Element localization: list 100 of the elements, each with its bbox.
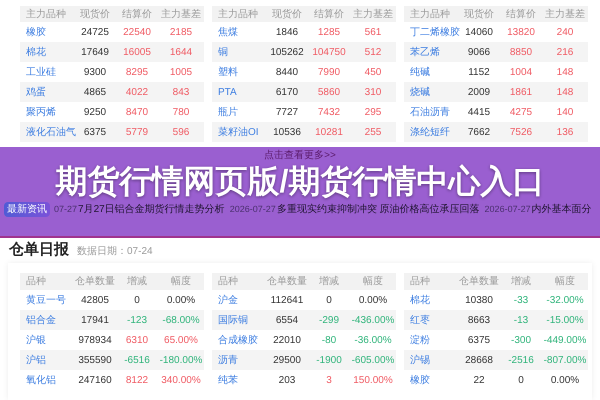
table-cell-text: 150.00%: [352, 374, 394, 388]
table-cell-text: 22: [472, 374, 486, 388]
table-cell-text: 1152: [467, 66, 491, 80]
commodity-link[interactable]: 塑料: [212, 64, 266, 80]
commodity-link[interactable]: 氧化铝: [20, 372, 74, 388]
table-cell-text: 512: [364, 46, 382, 60]
commodity-link[interactable]: 国际铜: [212, 312, 266, 328]
table-cell-text: 8295: [124, 66, 150, 80]
table-cell-text: 8850: [508, 46, 534, 60]
commodity-link[interactable]: 橡胶: [20, 24, 74, 40]
table-cell-text: 4865: [82, 86, 108, 100]
table-cell-text: 0: [133, 294, 141, 308]
table-cell-text: 6375: [466, 334, 492, 348]
table-cell-text: -15.00%: [545, 314, 585, 328]
table-cell-text: 2009: [466, 86, 492, 100]
column-header: 品种: [409, 274, 431, 289]
column-header: 仓单数量: [266, 274, 308, 289]
table-cell-text: 1846: [274, 26, 300, 40]
column-header: 增减: [318, 274, 340, 289]
commodity-link[interactable]: 沪锡: [404, 352, 458, 368]
table-cell-text: 4022: [124, 86, 150, 100]
table-cell-text: -80: [320, 334, 338, 348]
table-cell-text: 4415: [466, 106, 492, 120]
commodity-link[interactable]: PTA: [212, 84, 266, 100]
table-cell-text: 9250: [82, 106, 108, 120]
commodity-link[interactable]: 纯苯: [212, 372, 266, 388]
commodity-link[interactable]: 工业硅: [20, 64, 74, 80]
table-cell-text: 140: [556, 106, 574, 120]
table-cell-text: 1285: [316, 26, 342, 40]
commodity-link[interactable]: 淀粉: [404, 332, 458, 348]
column-header: 仓单数量: [458, 274, 500, 289]
news-date: 07-27: [54, 202, 78, 216]
commodity-link[interactable]: 涤纶短纤: [404, 124, 458, 140]
table-cell-text: 0.00%: [550, 374, 580, 388]
commodity-link[interactable]: 橡胶: [404, 372, 458, 388]
commodity-link[interactable]: 沪银: [20, 332, 74, 348]
banner-title: 期货行情网页版/期货行情中心入口: [54, 164, 546, 198]
table-cell-text: 1004: [508, 66, 534, 80]
table-cell-text: 22010: [272, 334, 302, 348]
commodity-link[interactable]: 黄豆一号: [20, 292, 74, 308]
table-cell-text: 0: [517, 374, 525, 388]
commodity-link[interactable]: 沥青: [212, 352, 266, 368]
table-cell-text: 355590: [77, 354, 113, 368]
table-cell-text: 0: [325, 294, 333, 308]
commodity-link[interactable]: 菜籽油OI: [212, 124, 266, 140]
table-cell-text: -299: [318, 314, 340, 328]
table-cell-text: 255: [364, 126, 382, 140]
news-link[interactable]: 7月27日铝合金期货行情走势分析: [78, 202, 225, 217]
commodity-link[interactable]: 纯碱: [404, 64, 458, 80]
column-header: 结算价: [313, 8, 345, 22]
commodity-link[interactable]: 铜: [212, 44, 266, 60]
news-link[interactable]: 多重现实约束抑制冲突 原油价格高位承压回落: [276, 202, 480, 217]
commodity-link[interactable]: 石油沥青: [404, 104, 458, 120]
commodity-link[interactable]: 聚丙烯: [20, 104, 74, 120]
commodity-link[interactable]: 丁二烯橡胶: [404, 24, 458, 40]
table-cell-text: 6554: [274, 314, 300, 328]
table-cell-text: 978934: [77, 334, 113, 348]
table-cell-text: 148: [556, 86, 574, 100]
commodity-link[interactable]: 红枣: [404, 312, 458, 328]
table-cell-text: 6310: [124, 334, 150, 348]
table-cell-text: 17941: [80, 314, 110, 328]
table-cell-text: 7727: [274, 106, 300, 120]
commodity-link[interactable]: 沪金: [212, 292, 266, 308]
commodity-link[interactable]: 苯乙烯: [404, 44, 458, 60]
section-title: 仓单日报: [9, 241, 69, 259]
table-cell-text: 450: [364, 66, 382, 80]
table-cell-text: 8470: [124, 106, 150, 120]
news-link[interactable]: 内外基本面分: [532, 202, 592, 217]
table-cell-text: 42805: [80, 294, 110, 308]
table-cell-text: -32.00%: [545, 294, 585, 308]
commodity-link[interactable]: 合成橡胶: [212, 332, 266, 348]
table-cell-text: 104750: [311, 46, 347, 60]
table-cell-text: 10536: [272, 126, 302, 140]
commodity-link[interactable]: 液化石油气: [20, 124, 74, 140]
table-cell-text: 5779: [124, 126, 150, 140]
commodity-link[interactable]: 棉花: [20, 44, 74, 60]
table-cell-text: 1861: [508, 86, 534, 100]
commodity-link[interactable]: 铝合金: [20, 312, 74, 328]
column-header: 主力基差: [352, 8, 394, 22]
table-cell-text: 2185: [168, 26, 194, 40]
column-header: 主力基差: [544, 8, 586, 22]
table-cell-text: 780: [172, 106, 190, 120]
table-cell-text: 112641: [270, 294, 304, 308]
commodity-link[interactable]: 瓶片: [212, 104, 266, 120]
table-cell-text: 216: [556, 46, 574, 60]
table-cell-text: -605.00%: [350, 354, 396, 368]
commodity-link[interactable]: 沪铝: [20, 352, 74, 368]
table-cell-text: -300: [510, 334, 532, 348]
news-badge: 最新资讯: [4, 202, 50, 217]
commodity-link[interactable]: 鸡蛋: [20, 84, 74, 100]
commodity-link[interactable]: 棉花: [404, 292, 458, 308]
table-cell-text: 203: [278, 374, 296, 388]
table-cell-text: 7990: [316, 66, 342, 80]
table-cell-text: -1900: [315, 354, 343, 368]
table-cell-text: 10380: [464, 294, 494, 308]
commodity-link[interactable]: 烧碱: [404, 84, 458, 100]
column-header: 幅度: [554, 274, 576, 289]
column-header: 主力品种: [217, 8, 259, 22]
commodity-link[interactable]: 焦煤: [212, 24, 266, 40]
more-link[interactable]: 点击查看更多>>: [264, 148, 336, 163]
